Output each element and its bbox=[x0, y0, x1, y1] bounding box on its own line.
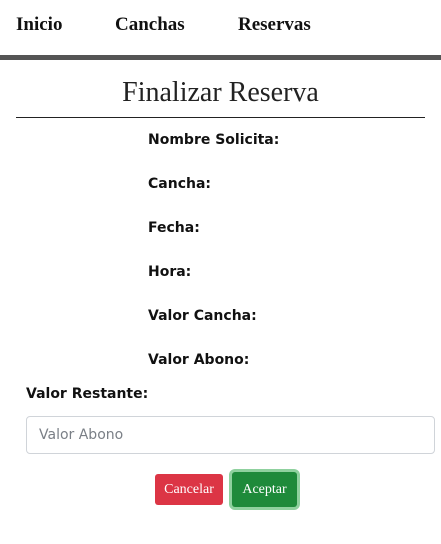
fecha-label: Fecha: bbox=[148, 220, 200, 236]
valor-cancha-label: Valor Cancha: bbox=[148, 308, 257, 324]
cancel-button[interactable]: Cancelar bbox=[155, 474, 223, 505]
accept-button[interactable]: Aceptar bbox=[232, 472, 297, 507]
nav-link-inicio[interactable]: Inicio bbox=[16, 14, 62, 36]
navbar: Inicio Canchas Reservas bbox=[0, 0, 441, 60]
page-title: Finalizar Reserva bbox=[122, 77, 319, 108]
nav-link-canchas[interactable]: Canchas bbox=[115, 14, 185, 36]
valor-restante-label: Valor Restante: bbox=[26, 386, 149, 402]
cancha-label: Cancha: bbox=[148, 176, 211, 192]
valor-abono-input[interactable] bbox=[26, 416, 435, 454]
title-divider bbox=[16, 117, 425, 118]
nav-link-reservas[interactable]: Reservas bbox=[238, 14, 311, 36]
hora-label: Hora: bbox=[148, 264, 192, 280]
valor-abono-label: Valor Abono: bbox=[148, 352, 250, 368]
nombre-solicita-label: Nombre Solicita: bbox=[148, 132, 280, 148]
